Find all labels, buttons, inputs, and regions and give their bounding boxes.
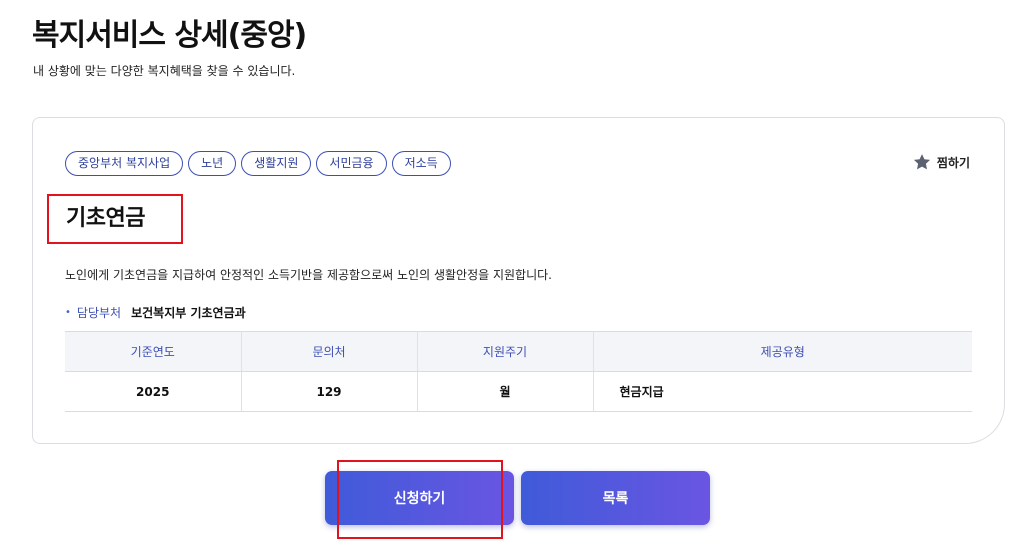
table-row: 2025 129 월 현금지급	[65, 371, 972, 412]
cell-provision-type: 현금지급	[593, 371, 972, 412]
favorite-label: 찜하기	[936, 155, 970, 170]
cell-base-year: 2025	[65, 371, 242, 412]
header-contact: 문의처	[241, 331, 418, 372]
tag-list: 중앙부처 복지사업 노년 생활지원 서민금융 저소득	[65, 151, 451, 176]
tag-living-support[interactable]: 생활지원	[241, 151, 312, 176]
tag-elderly[interactable]: 노년	[188, 151, 237, 176]
department-row: • 담당부처 보건복지부 기초연금과	[65, 304, 246, 321]
header-provision-type: 제공유형	[593, 331, 972, 372]
tag-low-income[interactable]: 저소득	[391, 151, 451, 176]
bullet-dot-icon: •	[65, 307, 71, 318]
star-icon	[913, 154, 930, 170]
service-description: 노인에게 기초연금을 지급하여 안정적인 소득기반을 제공함으로써 노인의 생활…	[65, 268, 552, 282]
favorite-button[interactable]: 찜하기	[912, 152, 970, 172]
header-base-year: 기준연도	[65, 331, 242, 372]
tag-finance[interactable]: 서민금융	[316, 151, 387, 176]
page-subtitle: 내 상황에 맞는 다양한 복지혜택을 찾을 수 있습니다.	[33, 64, 296, 78]
welfare-service-detail-page: 복지서비스 상세(중앙) 내 상황에 맞는 다양한 복지혜택을 찾을 수 있습니…	[0, 0, 1028, 556]
service-name: 기초연금	[66, 206, 145, 231]
table-header-row: 기준연도 문의처 지원주기 제공유형	[65, 331, 972, 372]
service-card: 중앙부처 복지사업 노년 생활지원 서민금융 저소득 찜하기 기초연금 노인에게…	[32, 117, 1005, 444]
highlight-box-apply-button	[337, 460, 503, 539]
header-support-cycle: 지원주기	[417, 331, 594, 372]
department-value: 보건복지부 기초연금과	[131, 306, 246, 320]
department-label: 담당부처	[76, 306, 122, 320]
service-info-table: 기준연도 문의처 지원주기 제공유형 2025 129 월 현금지급	[65, 331, 972, 412]
tag-ministry-program[interactable]: 중앙부처 복지사업	[65, 151, 184, 176]
page-title: 복지서비스 상세(중앙)	[32, 18, 307, 53]
list-button[interactable]: 목록	[521, 471, 710, 525]
cell-contact: 129	[241, 371, 418, 412]
cell-support-cycle: 월	[417, 371, 594, 412]
